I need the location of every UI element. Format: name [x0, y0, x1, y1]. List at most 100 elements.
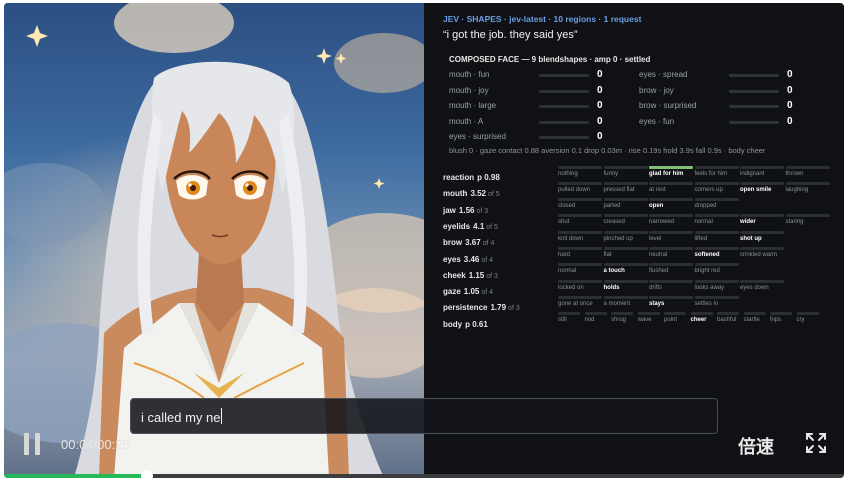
region-option[interactable]: level	[649, 230, 693, 243]
region-option[interactable]: settles in	[694, 295, 739, 308]
option-meter	[694, 279, 739, 283]
region-option[interactable]: pressed flat	[603, 181, 648, 194]
region-option[interactable]: indignant	[740, 165, 784, 178]
option-label: creased	[603, 219, 625, 226]
text-caret	[221, 408, 222, 424]
region-name: jaw	[443, 205, 456, 215]
region-option[interactable]: laughing	[785, 181, 830, 194]
region-option[interactable]: wave	[637, 312, 660, 324]
option-label: closed	[558, 203, 576, 210]
region-option[interactable]: normal	[558, 263, 602, 275]
region-option[interactable]: cheer	[690, 312, 713, 324]
region-option[interactable]: dropped	[694, 198, 739, 210]
progress-handle[interactable]	[140, 470, 153, 478]
region-option[interactable]: startle	[743, 312, 766, 324]
pause-button[interactable]	[22, 433, 42, 455]
region-option[interactable]: funny	[603, 165, 648, 178]
video-player[interactable]: JEV · SHAPES · jev-latest · 10 regions ·…	[4, 3, 844, 478]
region-option[interactable]: bashful	[717, 312, 739, 324]
region-option[interactable]: hard	[558, 247, 602, 259]
region-option[interactable]: wider	[740, 214, 784, 226]
option-meter	[770, 312, 792, 316]
option-meter	[649, 214, 693, 218]
option-label: wider	[740, 219, 756, 226]
region-option[interactable]: drifts	[649, 279, 693, 292]
region-option[interactable]: staring	[785, 214, 830, 226]
time-display: 00:04/00:25	[61, 437, 130, 452]
option-meter	[694, 263, 739, 267]
option-label: flushed	[649, 268, 669, 275]
region-max: of 4	[482, 240, 495, 248]
option-meter	[649, 181, 693, 185]
region-value: 1.79	[490, 303, 507, 313]
region-option[interactable]: shrug	[611, 312, 633, 324]
option-label: locked on	[558, 284, 584, 291]
region-option[interactable]: flat	[603, 247, 648, 259]
option-meter	[611, 312, 633, 316]
region-option[interactable]: parted	[603, 198, 648, 210]
region-option[interactable]: creased	[603, 214, 648, 226]
option-label: nod	[584, 317, 595, 324]
region-option[interactable]: flushed	[649, 263, 693, 275]
region-max: of 3	[476, 207, 489, 215]
region-option[interactable]: knit down	[558, 230, 602, 243]
region-option[interactable]: point	[664, 312, 686, 324]
option-label: shrug	[611, 317, 627, 324]
region-option[interactable]: locked on	[558, 279, 602, 292]
region-option[interactable]: looks away	[694, 279, 739, 292]
region-option[interactable]: a moment	[603, 295, 648, 308]
option-label: startle	[743, 317, 760, 324]
region-option[interactable]: eyes down	[740, 279, 784, 292]
region-option[interactable]: bright red	[694, 263, 739, 275]
speed-button[interactable]: 倍速	[738, 433, 774, 459]
region-value: 3.46	[463, 254, 480, 264]
caption-input[interactable]: i called my ne	[130, 398, 718, 434]
region-mouth: mouth 3.52 of 5	[443, 183, 500, 198]
region-option[interactable]: softened	[694, 247, 739, 259]
region-option[interactable]: neutral	[649, 247, 693, 259]
region-option[interactable]: shot up	[740, 230, 784, 243]
region-option[interactable]: open smile	[740, 181, 784, 194]
option-label: lifted	[694, 235, 708, 242]
option-label: hips	[770, 317, 782, 324]
region-option[interactable]: still	[558, 312, 580, 324]
region-option[interactable]: crinkled warm	[740, 247, 784, 259]
region-option[interactable]: narrowed	[649, 214, 693, 226]
region-option[interactable]: pulled down	[558, 181, 602, 194]
option-meter	[649, 295, 693, 299]
region-option[interactable]: nothing	[558, 165, 602, 178]
blendshape-label: brow · surprised	[639, 101, 697, 110]
blendshape-row: brow · surprised 0	[639, 100, 819, 112]
region-option[interactable]: shut	[558, 214, 602, 226]
progress-bar[interactable]	[4, 470, 844, 478]
region-option[interactable]: gone at once	[558, 295, 602, 308]
option-label: bashful	[717, 317, 737, 324]
region-option[interactable]: corners up	[694, 181, 739, 194]
region-option[interactable]: cry	[796, 312, 819, 324]
region-max: of 5	[486, 223, 498, 231]
region-option[interactable]: normal	[694, 214, 739, 226]
region-option[interactable]: stays	[649, 295, 693, 308]
region-option[interactable]: holds	[603, 279, 648, 292]
region-option[interactable]: feels for him	[694, 165, 739, 178]
option-meter	[740, 214, 784, 218]
region-option[interactable]: open	[649, 198, 693, 210]
fullscreen-button[interactable]	[804, 431, 828, 455]
region-jaw: jaw 1.56 of 3	[443, 200, 489, 215]
region-option[interactable]: pinched up	[603, 230, 648, 243]
region-option[interactable]: a touch	[603, 263, 648, 275]
region-name: persistence	[443, 303, 488, 313]
option-meter	[694, 295, 739, 299]
region-option[interactable]: lifted	[694, 230, 739, 243]
region-option[interactable]: thrown	[785, 165, 830, 178]
blendshape-label: eyes · surprised	[449, 132, 506, 141]
region-option[interactable]: at rest	[649, 181, 693, 194]
region-option[interactable]: nod	[584, 312, 607, 324]
region-name: eyelids	[443, 221, 471, 231]
option-label: parted	[603, 203, 621, 210]
region-option[interactable]: closed	[558, 198, 602, 210]
option-meter	[603, 295, 648, 299]
region-option[interactable]: hips	[770, 312, 792, 324]
region-option[interactable]: glad for him	[649, 165, 693, 178]
option-meter	[603, 181, 648, 185]
